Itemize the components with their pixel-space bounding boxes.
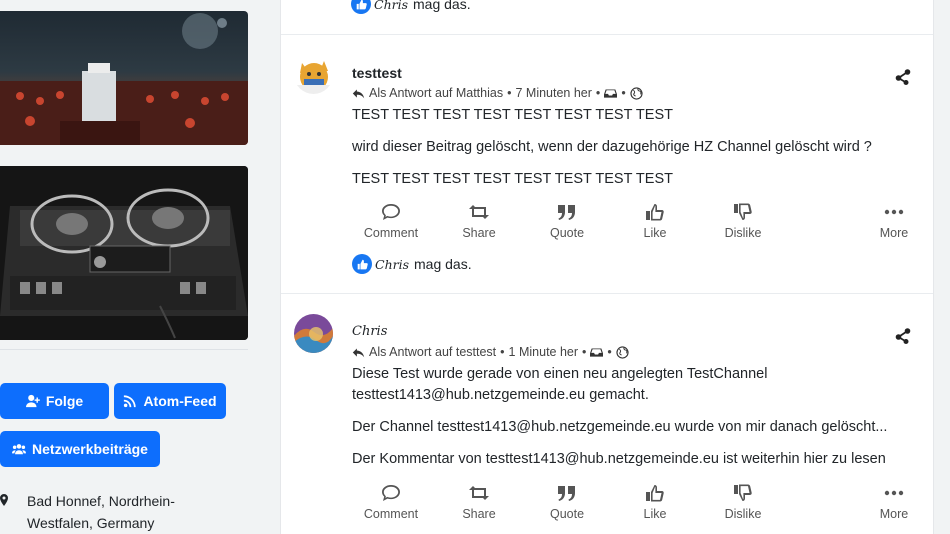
- quote-label: Quote: [549, 226, 585, 240]
- more-button[interactable]: More: [858, 484, 930, 521]
- gallery-image-tape-recorder[interactable]: [0, 166, 248, 340]
- post-likes: Chris mag das.: [352, 254, 472, 274]
- retweet-icon: [469, 205, 489, 219]
- more-button[interactable]: More: [858, 203, 930, 240]
- rss-icon: [124, 395, 137, 408]
- more-label: More: [879, 507, 909, 521]
- post-paragraph: TEST TEST TEST TEST TEST TEST TEST TEST: [352, 171, 673, 187]
- previous-post-likes: Chris mag das.: [351, 0, 471, 14]
- likes-text: mag das.: [414, 256, 472, 272]
- comment-button[interactable]: Comment: [355, 203, 427, 240]
- post-actions: Comment Share Quote Like Dislike More: [345, 484, 925, 530]
- users-icon: [12, 444, 27, 455]
- gallery-image-crowd[interactable]: [0, 11, 248, 145]
- reply-icon: [352, 347, 365, 357]
- thumbs-down-icon: [734, 203, 752, 220]
- thumbs-up-icon: [646, 204, 664, 221]
- post-meta: Als Antwort auf Matthias • 7 Minuten her…: [352, 86, 643, 100]
- atom-feed-button[interactable]: Atom-Feed: [114, 383, 226, 419]
- post-paragraph: Diese Test wurde gerade von einen neu an…: [352, 366, 768, 403]
- profile-location: Bad Honnef, Nordrhein-Westfalen, Germany: [0, 490, 240, 534]
- dislike-button[interactable]: Dislike: [707, 484, 779, 521]
- atom-feed-button-label: Atom-Feed: [143, 393, 217, 409]
- thumbs-down-icon: [734, 484, 752, 501]
- likes-text: mag das.: [413, 0, 471, 12]
- dislike-label: Dislike: [724, 507, 762, 521]
- network-posts-button-label: Netzwerkbeiträge: [32, 441, 148, 457]
- share-button[interactable]: Share: [443, 203, 515, 240]
- sidebar-divider: [0, 349, 248, 350]
- share-label: Share: [462, 226, 496, 240]
- like-badge-icon: [351, 0, 371, 14]
- liker-name[interactable]: Chris: [374, 0, 408, 12]
- sidebar: Folge Atom-Feed Netzwerkbeiträge Bad Hon…: [0, 0, 260, 534]
- dislike-label: Dislike: [724, 226, 762, 240]
- post-meta: Als Antwort auf testtest • 1 Minute her …: [352, 345, 629, 359]
- ellipsis-icon: [884, 209, 904, 215]
- location-text: Bad Honnef, Nordrhein-Westfalen, Germany: [27, 493, 175, 531]
- inbox-icon: [590, 347, 604, 357]
- reply-to[interactable]: Als Antwort auf testtest: [369, 345, 496, 359]
- like-button[interactable]: Like: [619, 484, 691, 521]
- post-author[interactable]: testtest: [352, 65, 402, 81]
- post-paragraph: Der Channel testtest1413@hub.netzgemeind…: [352, 419, 888, 435]
- post-body: TEST TEST TEST TEST TEST TEST TEST TEST …: [352, 105, 912, 201]
- quote-icon: [558, 205, 575, 220]
- network-posts-button[interactable]: Netzwerkbeiträge: [0, 431, 160, 467]
- comment-label: Comment: [363, 507, 419, 521]
- post-time[interactable]: 7 Minuten her: [515, 86, 591, 100]
- more-label: More: [879, 226, 909, 240]
- share-button[interactable]: Share: [443, 484, 515, 521]
- dislike-button[interactable]: Dislike: [707, 203, 779, 240]
- ellipsis-icon: [884, 490, 904, 496]
- post-paragraph: wird dieser Beitrag gelöscht, wenn der d…: [352, 139, 872, 155]
- reply-icon: [352, 88, 365, 98]
- map-marker-icon: [0, 494, 8, 506]
- post-card: Chris Als Antwort auf testtest • 1 Minut…: [281, 294, 933, 534]
- quote-label: Quote: [549, 507, 585, 521]
- inbox-icon: [604, 88, 618, 98]
- thumbs-up-icon: [646, 485, 664, 502]
- share-nodes-icon[interactable]: [895, 328, 911, 344]
- comment-label: Comment: [363, 226, 419, 240]
- share-label: Share: [462, 507, 496, 521]
- post-author[interactable]: Chris: [352, 324, 387, 339]
- globe-icon: [616, 345, 629, 359]
- like-button[interactable]: Like: [619, 203, 691, 240]
- globe-icon: [630, 86, 643, 100]
- like-label: Like: [643, 507, 667, 521]
- post-card: testtest Als Antwort auf Matthias • 7 Mi…: [281, 35, 933, 293]
- post-time[interactable]: 1 Minute her: [509, 345, 578, 359]
- quote-button[interactable]: Quote: [531, 203, 603, 240]
- comment-icon: [382, 204, 400, 220]
- liker-name[interactable]: Chris: [375, 257, 409, 272]
- comment-button[interactable]: Comment: [355, 484, 427, 521]
- user-plus-icon: [25, 394, 40, 408]
- follow-button[interactable]: Folge: [0, 383, 109, 419]
- avatar[interactable]: [294, 55, 333, 94]
- stream-panel: Chris mag das. testtest Als Antwort auf …: [280, 0, 934, 534]
- like-badge-icon: [352, 254, 372, 274]
- post-paragraph: Der Kommentar von testtest1413@hub.netzg…: [352, 451, 886, 467]
- quote-icon: [558, 486, 575, 501]
- post-body: Diese Test wurde gerade von einen neu an…: [352, 364, 912, 481]
- quote-button[interactable]: Quote: [531, 484, 603, 521]
- follow-button-label: Folge: [45, 393, 84, 409]
- avatar[interactable]: [294, 314, 333, 353]
- post-actions: Comment Share Quote Like Dislike More: [345, 203, 925, 249]
- retweet-icon: [469, 486, 489, 500]
- share-nodes-icon[interactable]: [895, 69, 911, 85]
- like-label: Like: [643, 226, 667, 240]
- comment-icon: [382, 485, 400, 501]
- post-paragraph: TEST TEST TEST TEST TEST TEST TEST TEST: [352, 107, 673, 123]
- reply-to[interactable]: Als Antwort auf Matthias: [369, 86, 503, 100]
